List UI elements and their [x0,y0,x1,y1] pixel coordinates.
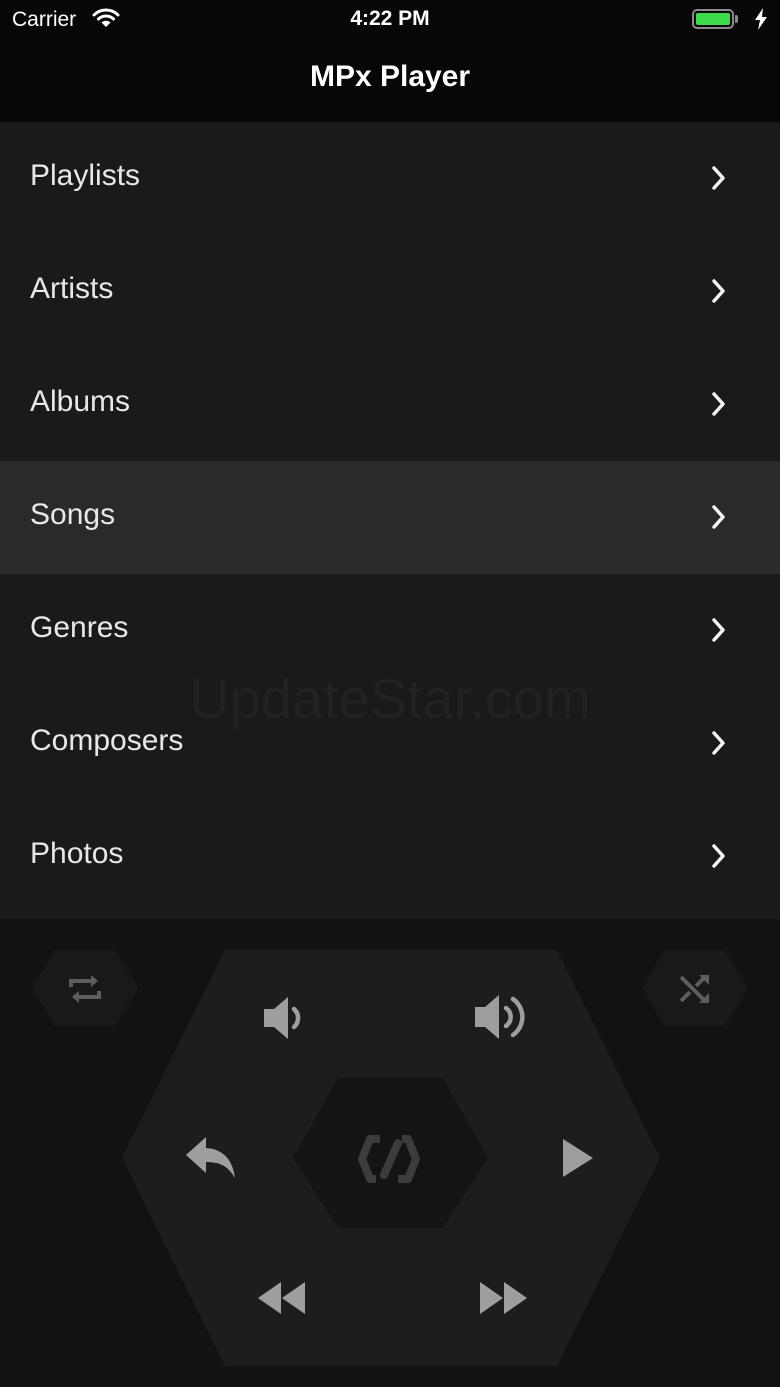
repeat-icon[interactable] [65,971,105,1007]
logo-icon[interactable] [358,1133,424,1185]
status-bar: Carrier 4:22 PM [0,0,780,40]
menu-item-playlists[interactable]: Playlists [0,122,780,235]
chevron-right-icon [712,166,725,190]
volume-down-icon[interactable] [262,993,310,1043]
remote-control-panel [0,919,780,1387]
menu-item-composers[interactable]: Composers [0,687,780,800]
menu-item-photos[interactable]: Photos [0,800,780,913]
menu-item-label: Songs [30,498,116,531]
page-title: MPx Player [309,60,471,93]
menu-item-artists[interactable]: Artists [0,235,780,348]
fast-forward-icon[interactable] [477,1279,529,1317]
battery-fill [696,13,730,25]
chevron-right-icon [712,731,725,755]
clock: 4:22 PM [350,7,430,30]
menu-item-label: Artists [30,272,114,305]
play-icon[interactable] [560,1136,596,1180]
navigation-bar: MPx Player [0,40,780,122]
menu-item-songs[interactable]: Songs [0,461,780,574]
charging-bolt-icon [755,8,767,30]
battery-tip [735,15,738,23]
chevron-right-icon [712,505,725,529]
menu-item-genres[interactable]: Genres [0,574,780,687]
volume-up-icon[interactable] [473,989,533,1045]
chevron-right-icon [712,618,725,642]
menu-item-albums[interactable]: Albums [0,348,780,461]
library-menu: Playlists Artists Albums Songs Genres Co… [0,122,780,919]
menu-item-label: Genres [30,611,129,644]
menu-item-label: Photos [30,837,124,870]
menu-item-label: Composers [30,724,184,757]
back-icon[interactable] [184,1135,238,1181]
chevron-right-icon [712,844,725,868]
menu-item-label: Playlists [30,159,141,192]
battery-icon [692,9,734,29]
chevron-right-icon [712,392,725,416]
shuffle-icon[interactable] [675,971,715,1007]
chevron-right-icon [712,279,725,303]
menu-item-label: Albums [30,385,131,418]
rewind-icon[interactable] [256,1279,308,1317]
